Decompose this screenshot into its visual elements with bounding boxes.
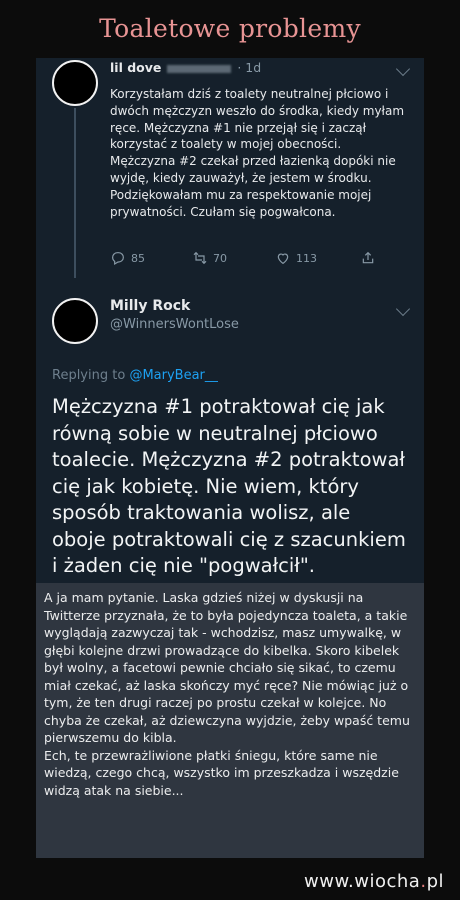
share-button[interactable] xyxy=(360,250,376,266)
comment-paragraph: A ja mam pytanie. Laska gdzieś niżej w d… xyxy=(44,590,410,745)
page-title: Toaletowe problemy xyxy=(99,14,361,43)
watermark-prefix: www.wiocha xyxy=(304,871,421,892)
like-button[interactable]: 113 xyxy=(275,250,317,266)
comment-paragraph: Ech, te przewrażliwione płatki śniegu, k… xyxy=(44,747,399,798)
reply-author: Milly Rock @WinnersWontLose xyxy=(110,298,239,332)
like-icon xyxy=(277,253,289,265)
redacted-handle xyxy=(167,64,232,73)
avatar[interactable] xyxy=(52,298,98,344)
retweet-count: 70 xyxy=(213,251,227,265)
mention-link[interactable]: @MaryBear__ xyxy=(129,368,217,383)
screenshot-frame: lil dove · 1d Korzystałam dziś z toalety… xyxy=(36,58,424,858)
reply-icon xyxy=(112,252,124,266)
like-count: 113 xyxy=(296,251,317,265)
author-name[interactable]: lil dove xyxy=(110,60,161,75)
share-icon xyxy=(362,251,374,264)
retweet-icon xyxy=(193,251,207,265)
tweet-time: · 1d xyxy=(237,60,262,75)
tweet-author-line: lil dove · 1d xyxy=(110,60,261,75)
tweet-actions: 85 70 113 xyxy=(110,250,410,270)
replying-to: Replying to @MaryBear__ xyxy=(52,368,218,383)
site-watermark: www.wiocha.pl xyxy=(304,871,444,892)
thread-line xyxy=(74,108,76,278)
reply-tweet-text: Mężczyzna #1 potraktował cię jak równą s… xyxy=(52,395,406,577)
retweet-button[interactable]: 70 xyxy=(192,250,227,266)
tweet-text: Korzystałam dziś z toalety neutralnej pł… xyxy=(110,87,405,219)
watermark-suffix: pl xyxy=(426,871,444,892)
reply-button[interactable]: 85 xyxy=(110,250,145,266)
author-name[interactable]: Milly Rock xyxy=(110,298,239,314)
comment-box: A ja mam pytanie. Laska gdzieś niżej w d… xyxy=(36,583,424,858)
reply-count: 85 xyxy=(131,251,145,265)
chevron-down-icon[interactable] xyxy=(395,61,411,77)
avatar[interactable] xyxy=(52,60,98,106)
replying-prefix: Replying to xyxy=(52,368,130,383)
author-handle[interactable]: @WinnersWontLose xyxy=(110,317,239,332)
